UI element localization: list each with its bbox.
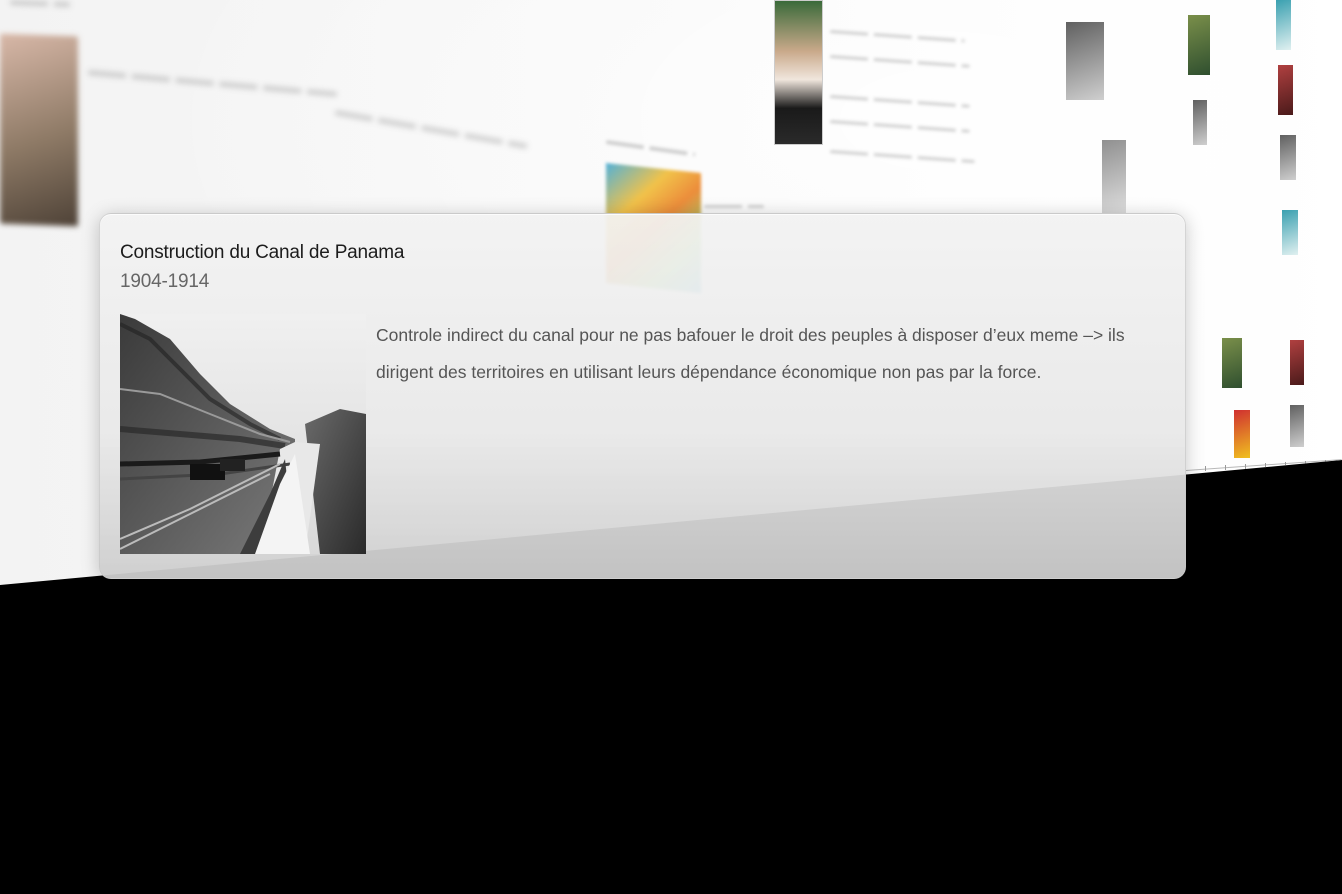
event-date: 1904-1914 [120,271,210,292]
portrait-thumbnail[interactable] [774,0,823,145]
timeline-thumbnail[interactable] [1290,340,1304,385]
event-detail-card[interactable]: Construction du Canal de Panama 1904-191… [99,213,1186,579]
timeline-thumbnail[interactable] [1276,0,1291,50]
timeline-thumbnail[interactable] [1193,100,1207,145]
timeline-thumbnail[interactable] [1290,405,1304,447]
timeline-thumbnail[interactable] [1188,15,1210,75]
event-description: Controle indirect du canal pour ne pas b… [376,325,1125,382]
canal-photo-icon [120,314,366,554]
timeline-thumbnail[interactable] [1282,210,1298,255]
timeline-thumbnail[interactable] [1234,410,1250,458]
event-image[interactable] [120,314,366,554]
timeline-thumbnail[interactable] [1280,135,1296,180]
timeline-thumbnail[interactable] [1066,22,1104,100]
timeline-thumbnail[interactable] [1278,65,1293,115]
timeline-thumbnail[interactable] [1222,338,1242,388]
timeline-viewport[interactable]: Construction du Canal de Panama 1904-191… [0,0,1342,894]
event-title: Construction du Canal de Panama [120,242,405,263]
timeline-thumbnail[interactable] [1102,140,1126,215]
timeline-event-photo[interactable] [0,33,78,227]
